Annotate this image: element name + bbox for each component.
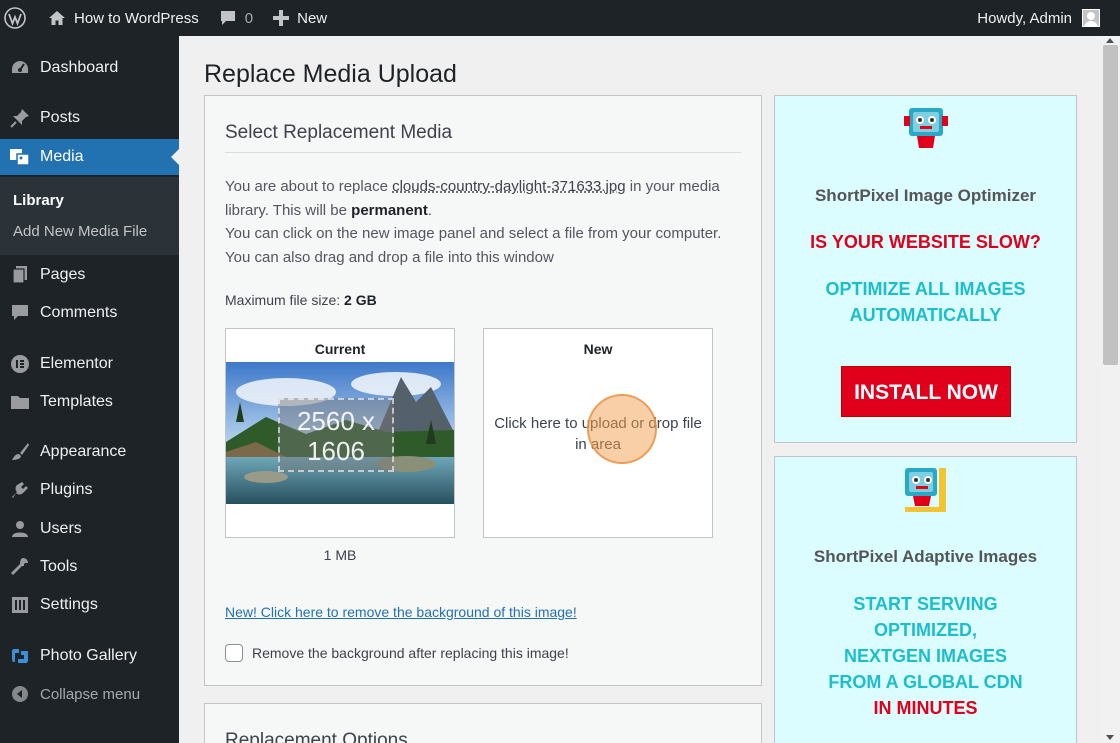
comments-count: 0 [244,9,254,27]
scroll-up-arrow-icon[interactable] [1106,38,1114,43]
sidebar-item-users[interactable]: Users [0,511,179,547]
current-label: Current [314,341,366,357]
permanent-text: permanent [351,201,428,219]
sidebar-item-elementor[interactable]: Elementor [0,346,179,382]
current-filename: clouds-country-daylight-371633.jpg [392,178,626,195]
ad1-title: ShortPixel Image Optimizer [814,186,1037,205]
sidebar-item-tools[interactable]: Tools [0,549,179,585]
ad2-line5: IN MINUTES [873,698,978,718]
remove-background-checkbox[interactable] [225,644,243,662]
shortpixel-optimizer-ad[interactable]: ShortPixel Image Optimizer IS YOUR WEBSI… [774,95,1077,443]
wordpress-icon [4,7,26,29]
replace-description: You are about to replace clouds-country-… [225,178,722,266]
replacement-options-title: Replacement Options [225,730,408,743]
new-content-link[interactable]: New [263,0,337,36]
admin-bar: How to WordPress 0 New Howdy, Admin [0,0,1120,36]
sidebar-item-appearance[interactable]: Appearance [0,434,179,470]
shortpixel-adaptive-ad[interactable]: ShortPixel Adaptive Images START SERVING… [774,456,1077,743]
plugin-icon [0,480,40,500]
pages-icon [0,265,40,285]
scroll-thumb[interactable] [1103,45,1118,365]
sidebar-item-posts[interactable]: Posts [0,100,179,136]
sidebar-item-pages[interactable]: Pages [0,257,179,293]
submenu-library[interactable]: Library [13,192,64,209]
sidebar-item-plugins[interactable]: Plugins [0,472,179,508]
install-now-button[interactable]: INSTALL NOW [841,366,1011,417]
wrench-icon [0,557,40,577]
remove-background-option[interactable]: Remove the background after replacing th… [225,644,569,662]
new-label: New [297,9,328,27]
remove-background-link[interactable]: New! Click here to remove the background… [225,604,577,620]
remove-background-label: Remove the background after replacing th… [252,645,569,661]
avatar [1082,9,1100,27]
click-indicator [587,394,657,464]
sidebar-item-settings[interactable]: Settings [0,587,179,623]
user-icon [0,519,40,539]
sidebar-item-comments[interactable]: Comments [0,295,179,331]
comment-bubble-icon [220,11,235,25]
ad1-line1: OPTIMIZE ALL IMAGES [825,279,1026,299]
max-file-size: Maximum file size: 2 GB [225,292,377,308]
image-dimensions-overlay: 2560 x 1606 [278,398,394,472]
howdy-text: Howdy, Admin [977,9,1072,27]
media-submenu: Library Add New Media File [0,177,179,255]
ad2-line1: START SERVING [853,594,998,614]
ad2-line4: FROM A GLOBAL CDN [828,672,1023,692]
submenu-add-new-media[interactable]: Add New Media File [13,223,147,240]
sidebar-item-media[interactable]: Media [0,139,179,175]
dashboard-icon [0,58,40,78]
current-file-size: 1 MB [323,547,357,563]
ad2-line3: NEXTGEN IMAGES [843,646,1008,666]
account-menu[interactable]: Howdy, Admin [967,0,1120,36]
page-title: Replace Media Upload [204,60,457,88]
robot-icon [904,108,948,148]
sidebar-item-templates[interactable]: Templates [0,384,179,420]
comment-icon [0,303,40,323]
new-label: New [583,341,613,357]
site-name: How to WordPress [74,9,199,27]
robot-ruler-icon [905,468,946,512]
plus-icon [273,10,290,26]
collapse-icon [0,685,40,703]
replacement-options-panel: Replacement Options [204,703,762,743]
ad1-line2: AUTOMATICALLY [849,305,1002,325]
comments-link[interactable]: 0 [209,0,263,36]
current-image-box: Current 2560 x 1606 [225,328,455,538]
settings-icon [0,595,40,615]
brush-icon [0,442,40,462]
admin-sidebar: Dashboard Posts Media Library Add New Me… [0,36,179,743]
folder-icon [0,393,40,411]
gallery-icon [0,646,40,666]
scroll-down-arrow-icon[interactable] [1106,735,1114,740]
page-scrollbar[interactable] [1101,36,1120,743]
media-icon [0,147,40,167]
collapse-menu-button[interactable]: Collapse menu [0,676,179,712]
wordpress-logo-button[interactable] [0,0,38,36]
replacement-media-panel: Select Replacement Media You are about t… [204,95,762,686]
home-icon [49,11,65,25]
sidebar-item-photo-gallery[interactable]: Photo Gallery [0,638,179,674]
sidebar-item-dashboard[interactable]: Dashboard [0,50,179,86]
current-image-thumbnail: 2560 x 1606 [226,362,454,504]
ad2-line2: OPTIMIZED, [874,620,977,640]
ad2-title: ShortPixel Adaptive Images [813,547,1038,566]
pin-icon [0,108,40,128]
site-name-link[interactable]: How to WordPress [38,0,209,36]
section-title: Select Replacement Media [225,122,741,153]
elementor-icon [0,354,40,374]
ad1-headline: IS YOUR WEBSITE SLOW? [810,232,1041,252]
